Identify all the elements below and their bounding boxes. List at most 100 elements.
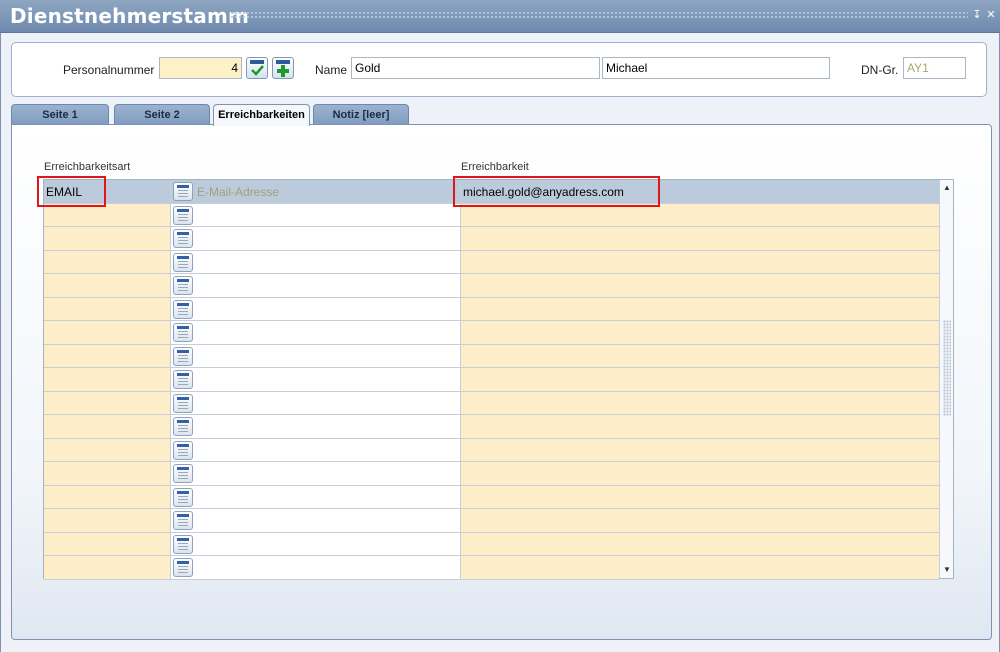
table-row[interactable] [44,274,939,298]
type-cell[interactable] [44,297,171,320]
description-cell [195,556,461,579]
type-cell[interactable] [44,274,171,297]
lookup-cell [171,321,195,344]
last-name-field[interactable]: Gold [351,57,600,79]
value-cell[interactable] [461,509,939,532]
type-cell[interactable]: EMAIL [44,180,171,203]
confirm-button[interactable] [246,57,268,79]
lookup-cell [171,415,195,438]
table-row[interactable] [44,556,939,580]
table-row[interactable] [44,297,939,321]
type-cell[interactable] [44,368,171,391]
table-row[interactable] [44,391,939,415]
table-row[interactable] [44,532,939,556]
tab-seite-2[interactable]: Seite 2 [114,104,210,125]
type-cell[interactable] [44,532,171,555]
lookup-list-icon[interactable] [173,276,193,295]
type-cell[interactable] [44,227,171,250]
value-cell[interactable]: michael.gold@anyadress.com [461,180,939,203]
value-cell[interactable] [461,227,939,250]
value-cell[interactable] [461,321,939,344]
lookup-list-icon[interactable] [173,393,193,413]
tab-erreichbarkeiten[interactable]: Erreichbarkeiten [213,104,310,126]
column-header-erreichbarkeit: Erreichbarkeit [461,161,529,173]
lookup-cell [171,227,195,250]
lookup-list-icon[interactable] [173,511,193,530]
table-row[interactable] [44,509,939,533]
tab-notiz[interactable]: Notiz [leer] [313,104,409,125]
lookup-cell [171,391,195,414]
value-cell[interactable] [461,462,939,485]
value-cell[interactable] [461,532,939,555]
lookup-cell [171,532,195,555]
lookup-list-icon[interactable] [173,182,193,201]
type-cell[interactable] [44,250,171,273]
lookup-list-icon[interactable] [173,252,193,272]
value-cell[interactable] [461,274,939,297]
lookup-list-icon[interactable] [173,229,193,248]
type-cell[interactable] [44,344,171,367]
lookup-list-icon[interactable] [173,558,193,577]
table-row[interactable] [44,485,939,509]
contacts-grid: EMAIL E-Mail-Adresse michael.gold@anyadres… [43,179,954,580]
table-row[interactable] [44,321,939,345]
value-cell[interactable] [461,556,939,579]
type-cell[interactable] [44,321,171,344]
lookup-list-icon[interactable] [173,346,193,366]
type-cell[interactable] [44,462,171,485]
lookup-list-icon[interactable] [173,205,193,225]
description-cell [195,227,461,250]
add-new-button[interactable] [272,57,294,79]
first-name-field[interactable]: Michael [602,57,830,79]
type-cell[interactable] [44,485,171,508]
lookup-list-icon[interactable] [173,487,193,507]
value-cell[interactable] [461,485,939,508]
table-row[interactable] [44,438,939,462]
close-icon[interactable]: ✕ [985,9,997,21]
dn-gr-field[interactable]: AY1 [903,57,966,79]
table-row[interactable] [44,368,939,392]
scroll-up-arrow-icon[interactable]: ▲ [941,182,953,194]
value-cell[interactable] [461,250,939,273]
description-cell-text: E-Mail-Adresse [197,185,280,199]
value-cell[interactable] [461,203,939,226]
table-row[interactable] [44,344,939,368]
table-row[interactable] [44,203,939,227]
vertical-scrollbar[interactable]: ▲ ▼ [939,180,953,578]
table-row[interactable] [44,415,939,439]
lookup-list-icon[interactable] [173,534,193,554]
personalnummer-field[interactable]: 4 [159,57,242,79]
type-cell[interactable] [44,438,171,461]
lookup-list-icon[interactable] [173,299,193,319]
name-label: Name [315,63,348,77]
value-cell[interactable] [461,297,939,320]
table-row[interactable]: EMAIL E-Mail-Adresse michael.gold@anyadres… [44,180,939,204]
lookup-list-icon[interactable] [173,370,193,389]
table-row[interactable] [44,250,939,274]
lookup-list-icon[interactable] [173,417,193,436]
type-cell[interactable] [44,203,171,226]
table-row[interactable] [44,462,939,486]
type-cell[interactable] [44,509,171,532]
type-cell[interactable] [44,415,171,438]
lookup-list-icon[interactable] [173,464,193,483]
scrollbar-grip[interactable] [943,320,951,416]
value-cell[interactable] [461,344,939,367]
tab-seite-1[interactable]: Seite 1 [11,104,109,125]
description-cell [195,344,461,367]
description-cell [195,274,461,297]
description-cell [195,250,461,273]
scroll-down-arrow-icon[interactable]: ▼ [941,564,953,576]
value-cell[interactable] [461,438,939,461]
table-row[interactable] [44,227,939,251]
value-cell[interactable] [461,415,939,438]
value-cell[interactable] [461,368,939,391]
lookup-list-icon[interactable] [173,440,193,460]
type-cell[interactable] [44,556,171,579]
minimize-icon[interactable]: ↧ [971,9,983,21]
description-cell [195,368,461,391]
lookup-list-icon[interactable] [173,323,193,342]
type-cell[interactable] [44,391,171,414]
description-cell [195,321,461,344]
value-cell[interactable] [461,391,939,414]
